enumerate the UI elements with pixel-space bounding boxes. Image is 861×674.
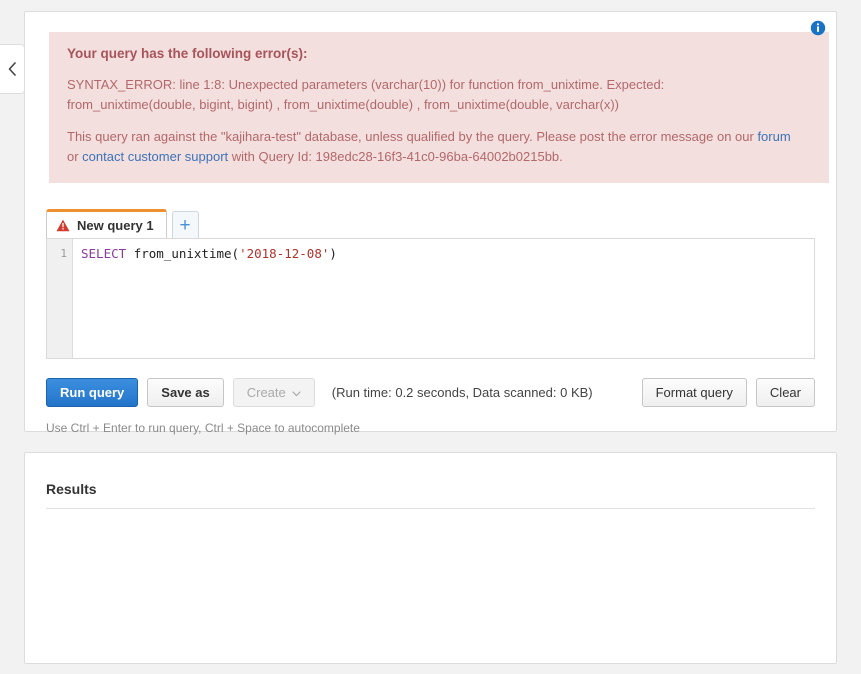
query-tab-new-query-1[interactable]: New query 1 (46, 209, 167, 238)
contact-customer-support-link[interactable]: contact customer support (82, 149, 228, 164)
forum-link[interactable]: forum (757, 129, 790, 144)
sql-token-keyword: SELECT (81, 246, 127, 261)
chevron-left-icon (8, 62, 17, 76)
query-error-alert: Your query has the following error(s): S… (49, 32, 829, 183)
query-action-bar: Run query Save as Create (Run time: 0.2 … (46, 378, 815, 407)
create-dropdown-label: Create (246, 385, 286, 400)
main-column: Your query has the following error(s): S… (24, 11, 837, 664)
error-syntax-line-1: SYNTAX_ERROR: line 1:8: Unexpected param… (67, 77, 665, 92)
error-syntax-message: SYNTAX_ERROR: line 1:8: Unexpected param… (67, 75, 811, 115)
clear-button[interactable]: Clear (755, 378, 815, 407)
run-statistics-text: (Run time: 0.2 seconds, Data scanned: 0 … (331, 385, 593, 400)
create-dropdown-button[interactable]: Create (232, 378, 315, 407)
format-query-button[interactable]: Format query (641, 378, 747, 407)
editor-keyboard-hint: Use Ctrl + Enter to run query, Ctrl + Sp… (46, 421, 360, 435)
info-icon[interactable] (810, 20, 826, 36)
results-panel: Results (24, 452, 837, 664)
sql-editor[interactable]: 1 SELECT from_unixtime('2018-12-08') (46, 238, 815, 359)
sql-editor-code[interactable]: SELECT from_unixtime('2018-12-08') (73, 239, 814, 358)
sql-token-close-paren: ) (329, 246, 337, 261)
editor-line-number: 1 (60, 247, 67, 260)
query-editor-panel: Your query has the following error(s): S… (24, 11, 837, 435)
results-title: Results (46, 481, 97, 497)
sql-token-space (126, 246, 134, 261)
run-query-button[interactable]: Run query (46, 378, 139, 407)
sql-token-function: from_unixtime (133, 246, 232, 261)
editor-line-number-gutter: 1 (47, 239, 73, 358)
save-as-button[interactable]: Save as (147, 378, 224, 407)
error-context-or: or (67, 149, 83, 164)
sql-token-open-paren: ( (231, 246, 240, 261)
chevron-down-icon (292, 385, 301, 400)
query-tab-bar: New query 1 + (46, 208, 836, 238)
sidebar-collapse-handle[interactable] (0, 44, 25, 94)
error-context-prefix: This query ran against the "kajihara-tes… (67, 129, 758, 144)
query-tab-label: New query 1 (77, 217, 154, 233)
add-query-tab-button[interactable]: + (171, 211, 199, 238)
warning-triangle-icon (56, 219, 70, 232)
error-context-message: This query ran against the "kajihara-tes… (67, 127, 811, 167)
sql-token-string: '2018-12-08' (239, 246, 330, 261)
error-syntax-line-2: from_unixtime(double, bigint, bigint) , … (67, 97, 620, 112)
error-alert-title: Your query has the following error(s): (67, 46, 308, 61)
results-divider (46, 508, 815, 509)
error-query-id-text: with Query Id: 198edc28-16f3-41c0-96ba-6… (228, 149, 563, 164)
